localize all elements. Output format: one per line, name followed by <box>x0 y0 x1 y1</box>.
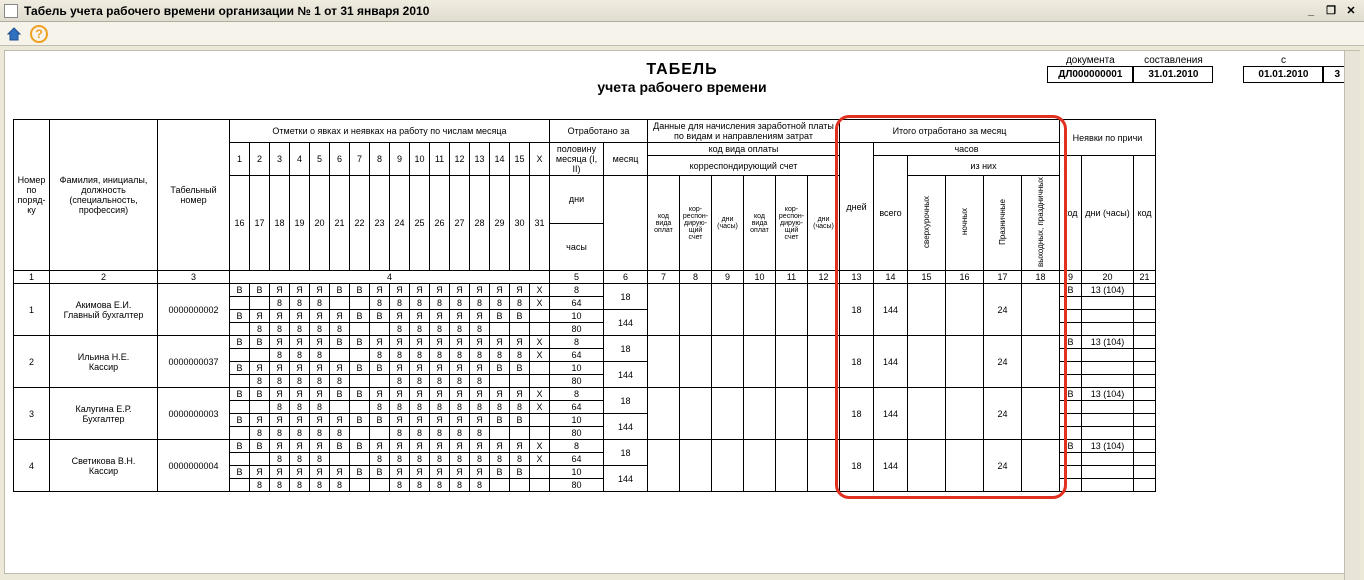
document-header: ТАБЕЛЬ учета рабочего времени документа … <box>13 55 1351 115</box>
vertical-scrollbar[interactable] <box>1344 51 1360 580</box>
document-icon <box>4 4 18 18</box>
table-row: 1Акимова Е.И.Главный бухгалтер0000000002… <box>14 284 1156 297</box>
hdr-doc-label: документа <box>1047 55 1133 66</box>
hdr-period-from: 01.01.2010 <box>1243 66 1323 83</box>
help-button[interactable]: ? <box>30 25 48 43</box>
window-titlebar: Табель учета рабочего времени организаци… <box>0 0 1364 22</box>
hdr-comp-value: 31.01.2010 <box>1133 66 1213 83</box>
maximize-button[interactable]: ❐ <box>1322 3 1340 19</box>
timesheet-table: Номер по поряд-куФамилия, инициалы, долж… <box>13 119 1156 492</box>
window-title: Табель учета рабочего времени организаци… <box>24 4 429 18</box>
hdr-doc-value: ДЛ000000001 <box>1047 66 1133 83</box>
table-row: 4Светикова В.Н.Кассир0000000004ВВЯЯЯВВЯЯ… <box>14 440 1156 453</box>
table-row: 2Ильина Н.Е.Кассир0000000037ВВЯЯЯВВЯЯЯЯЯ… <box>14 336 1156 349</box>
minimize-button[interactable]: _ <box>1302 3 1320 19</box>
hdr-comp-label: составления <box>1133 55 1213 66</box>
table-row: 3Калугина Е.Р.Бухгалтер0000000003ВВЯЯЯВВ… <box>14 388 1156 401</box>
toolbar: ? <box>0 22 1364 46</box>
document-area[interactable]: ТАБЕЛЬ учета рабочего времени документа … <box>4 50 1360 574</box>
close-button[interactable]: ✕ <box>1342 3 1360 19</box>
home-button[interactable] <box>4 24 24 44</box>
hdr-period-label: с <box>1243 55 1323 66</box>
